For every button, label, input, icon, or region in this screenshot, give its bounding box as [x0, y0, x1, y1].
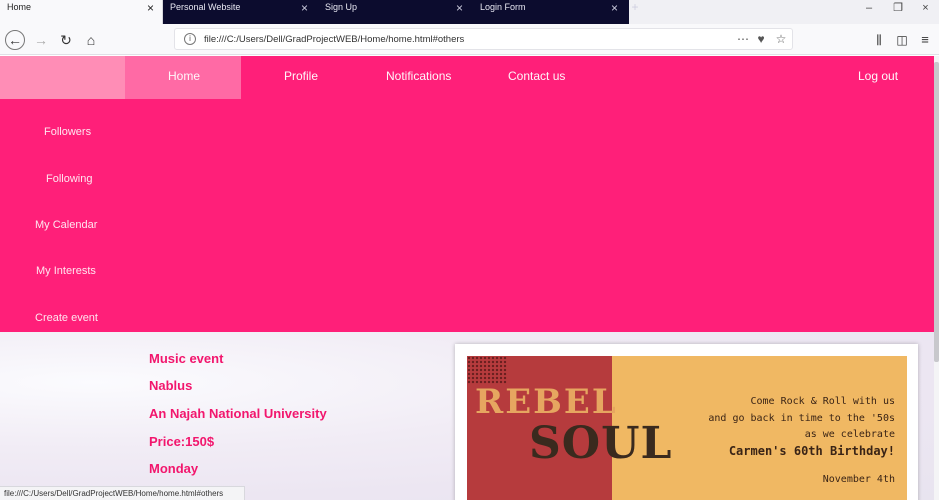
poster-title-line2: SOUL	[529, 418, 673, 469]
close-icon[interactable]: ×	[301, 2, 308, 14]
url-text[interactable]: file:///C:/Users/Dell/GradProjectWEB/Hom…	[204, 33, 464, 46]
close-icon[interactable]: ×	[912, 0, 939, 16]
event-type: Music event	[149, 351, 224, 366]
poster-headline: Carmen's 60th Birthday!	[728, 444, 895, 458]
tab-sign-up[interactable]: Sign Up ×	[318, 0, 473, 24]
event-day: Monday	[149, 461, 199, 476]
sidebar-menu: Followers Following My Calendar My Inter…	[0, 99, 934, 332]
site-top-nav: Home Profile Notifications Contact us Lo…	[0, 56, 934, 99]
logo-area	[0, 56, 125, 99]
poster-date: November 4th	[822, 474, 895, 485]
bookmark-star-icon[interactable]: ☆	[773, 32, 789, 47]
web-page: Home Profile Notifications Contact us Lo…	[0, 56, 934, 500]
sidebar-icon[interactable]: ◫	[891, 29, 913, 51]
nav-home[interactable]: Home	[168, 56, 200, 99]
scrollbar-thumb[interactable]	[934, 62, 939, 362]
address-bar[interactable]: i file:///C:/Users/Dell/GradProjectWEB/H…	[174, 28, 793, 50]
tab-home[interactable]: Home ×	[0, 0, 163, 24]
sidebar-item-following[interactable]: Following	[46, 169, 92, 189]
home-icon[interactable]: ⌂	[80, 29, 102, 51]
back-arrow-icon[interactable]: ←	[5, 30, 25, 50]
poster-text-line1: Come Rock & Roll with us	[750, 396, 896, 407]
menu-icon[interactable]: ≡	[914, 29, 936, 51]
tab-label: Login Form	[480, 2, 526, 12]
sidebar-item-my-calendar[interactable]: My Calendar	[35, 215, 97, 235]
poster-title-line1: REBEL	[475, 382, 618, 422]
more-actions-icon[interactable]: ⋯	[735, 32, 751, 47]
tab-login-form[interactable]: Login Form ×	[473, 0, 628, 24]
tab-label: Sign Up	[325, 2, 358, 12]
nav-contact-us[interactable]: Contact us	[508, 56, 565, 99]
minimize-icon[interactable]: –	[855, 0, 883, 16]
pocket-icon[interactable]: ♥	[753, 32, 769, 47]
poster-halftone	[467, 356, 507, 384]
event-city: Nablus	[149, 378, 193, 393]
close-icon[interactable]: ×	[456, 2, 463, 14]
tab-strip: Home × Personal Website × Sign Up × Logi…	[0, 0, 939, 24]
reload-icon[interactable]: ↻	[55, 29, 77, 51]
poster-text-line3: as we celebrate	[804, 429, 895, 440]
navigation-toolbar: ← → ↻ ⌂ i file:///C:/Users/Dell/GradProj…	[0, 24, 939, 55]
event-poster-card[interactable]: REBEL SOUL Come Rock & Roll with us and …	[455, 344, 918, 500]
poster-text-line2: and go back in time to the '50s	[708, 413, 895, 424]
nav-logout[interactable]: Log out	[858, 56, 898, 99]
event-section: Music event Nablus An Najah National Uni…	[0, 332, 934, 500]
event-poster: REBEL SOUL Come Rock & Roll with us and …	[467, 356, 907, 500]
event-price: Price:150$	[149, 434, 215, 449]
sidebar-item-followers[interactable]: Followers	[44, 122, 91, 142]
close-icon[interactable]: ×	[611, 2, 618, 14]
tab-label: Home	[7, 2, 32, 12]
nav-notifications[interactable]: Notifications	[386, 56, 451, 99]
sidebar-item-my-interests[interactable]: My Interests	[36, 261, 96, 281]
status-bar: file:///C:/Users/Dell/GradProjectWEB/Hom…	[0, 486, 245, 500]
forward-arrow-icon[interactable]: →	[30, 29, 52, 51]
close-icon[interactable]: ×	[147, 2, 154, 14]
event-venue: An Najah National University	[149, 406, 327, 421]
nav-profile[interactable]: Profile	[284, 56, 318, 99]
library-icon[interactable]: ⫼	[868, 29, 890, 51]
tab-label: Personal Website	[170, 2, 241, 12]
plus-icon[interactable]: +	[628, 0, 642, 14]
restore-icon[interactable]: ❐	[884, 0, 912, 16]
sidebar-item-create-event[interactable]: Create event	[35, 308, 98, 328]
info-icon[interactable]: i	[184, 33, 196, 45]
tab-personal-website[interactable]: Personal Website ×	[163, 0, 318, 24]
